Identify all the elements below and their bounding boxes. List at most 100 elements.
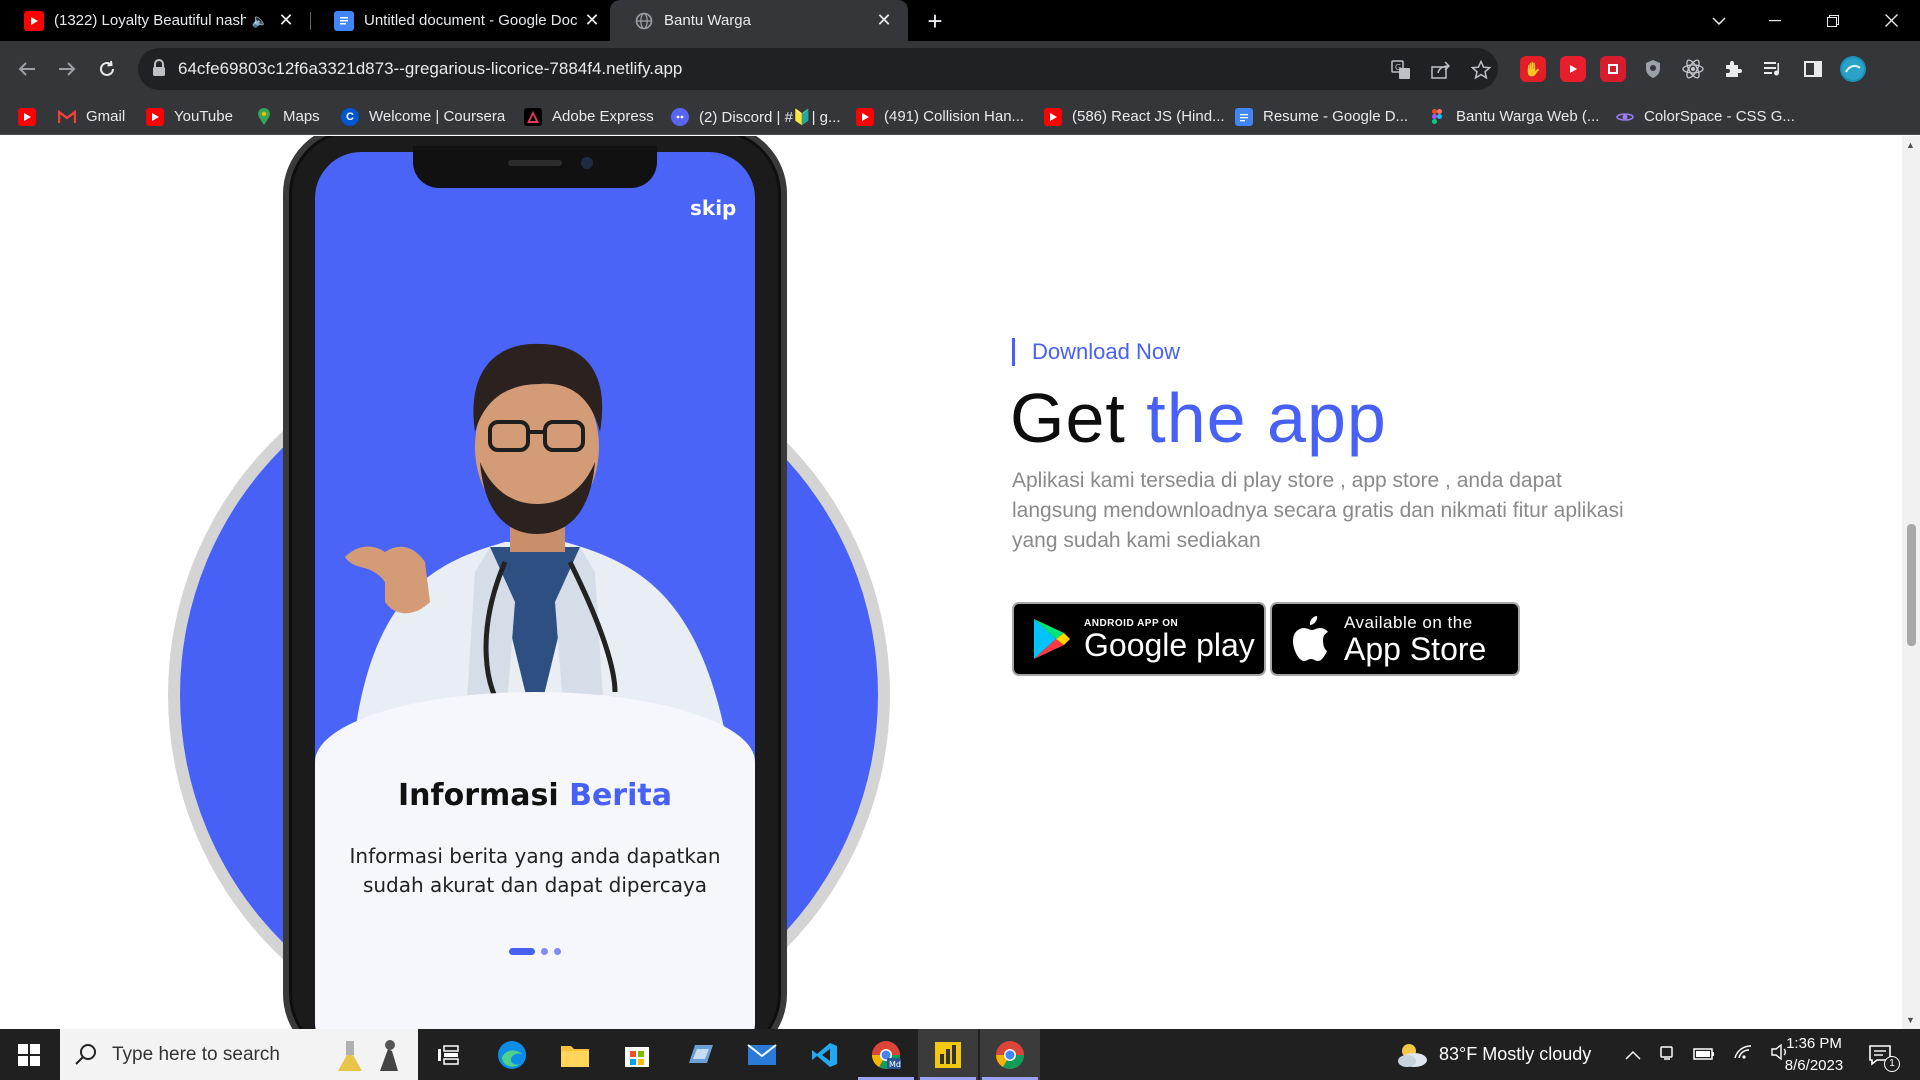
youtube-icon bbox=[1044, 107, 1062, 126]
onboarding-title-accent: Berita bbox=[569, 778, 672, 813]
google-docs-icon bbox=[1235, 107, 1253, 126]
tab-title: (1322) Loyalty Beautiful nash bbox=[54, 12, 246, 29]
scrollbar-thumb[interactable] bbox=[1907, 524, 1916, 646]
app-icon[interactable] bbox=[670, 1029, 730, 1080]
new-tab-button[interactable]: + bbox=[920, 6, 950, 36]
wifi-icon[interactable] bbox=[1733, 1044, 1753, 1065]
chrome-icon[interactable] bbox=[980, 1029, 1040, 1080]
scroll-up-arrow-icon[interactable]: ▲ bbox=[1906, 140, 1915, 150]
carousel-dot[interactable] bbox=[554, 948, 561, 955]
svg-text:Md: Md bbox=[889, 1060, 901, 1069]
start-button[interactable] bbox=[0, 1029, 58, 1080]
google-play-button[interactable]: ANDROID APP ON Google play bbox=[1012, 602, 1266, 676]
back-button[interactable] bbox=[12, 54, 42, 84]
bookmark-adobe-express[interactable]: Adobe Express bbox=[524, 98, 654, 135]
tab-search-chevron-icon[interactable] bbox=[1690, 0, 1748, 41]
phone-speaker bbox=[508, 160, 562, 166]
download-accent-line bbox=[1012, 338, 1015, 366]
extension-react-icon[interactable] bbox=[1680, 56, 1706, 82]
bookmark-gmail[interactable]: Gmail bbox=[58, 98, 125, 135]
mail-icon[interactable] bbox=[732, 1029, 792, 1080]
side-panel-icon[interactable] bbox=[1800, 56, 1826, 82]
extension-red-hand-icon[interactable]: ✋ bbox=[1520, 56, 1546, 82]
media-control-icon[interactable] bbox=[1760, 56, 1786, 82]
edge-icon[interactable] bbox=[482, 1029, 542, 1080]
bookmark-collision[interactable]: (491) Collision Han... bbox=[856, 98, 1024, 135]
clock-time: 1:36 PM bbox=[1786, 1035, 1842, 1052]
extension-shield-icon[interactable] bbox=[1640, 56, 1666, 82]
chevron-up-icon[interactable] bbox=[1625, 1044, 1641, 1065]
powerbi-icon[interactable] bbox=[918, 1029, 978, 1080]
file-explorer-icon[interactable] bbox=[545, 1029, 605, 1080]
tab-strip: (1322) Loyalty Beautiful nash 🔈 ✕ Untitl… bbox=[0, 0, 1920, 41]
bookmark-discord[interactable]: (2) Discord | #🔰| g... bbox=[671, 98, 841, 135]
figma-icon bbox=[1428, 108, 1446, 126]
bookmark-label: (586) React JS (Hind... bbox=[1072, 108, 1225, 125]
youtube-icon bbox=[856, 107, 874, 126]
weather-widget[interactable]: 83°F Mostly cloudy bbox=[1395, 1029, 1591, 1080]
share-icon[interactable] bbox=[1430, 59, 1452, 81]
bookmark-resume[interactable]: Resume - Google D... bbox=[1235, 98, 1408, 135]
notification-count-badge: 1 bbox=[1884, 1055, 1900, 1072]
reload-button[interactable] bbox=[92, 54, 122, 84]
translate-icon[interactable]: G bbox=[1390, 59, 1412, 81]
weather-text: 83°F Mostly cloudy bbox=[1439, 1044, 1592, 1064]
tab-title: Bantu Warga bbox=[664, 12, 751, 29]
tab-close-icon[interactable]: ✕ bbox=[872, 9, 896, 33]
notification-center-button[interactable]: 1 bbox=[1868, 1029, 1900, 1080]
meet-now-icon[interactable] bbox=[1659, 1043, 1675, 1066]
search-highlight-icon bbox=[328, 1035, 408, 1080]
bookmark-youtube[interactable]: YouTube bbox=[146, 98, 233, 135]
extension-record-icon[interactable] bbox=[1600, 56, 1626, 82]
carousel-dots bbox=[315, 948, 755, 955]
profile-avatar[interactable] bbox=[1840, 56, 1866, 82]
bookmark-bantu-warga-web[interactable]: Bantu Warga Web (... bbox=[1428, 98, 1599, 135]
maps-icon bbox=[255, 107, 273, 126]
store-icon[interactable] bbox=[607, 1029, 667, 1080]
bookmark-label: (491) Collision Han... bbox=[884, 108, 1025, 125]
forward-button[interactable] bbox=[52, 54, 82, 84]
bookmark-label: Welcome | Coursera bbox=[369, 108, 506, 125]
taskbar-search-box[interactable]: Type here to search bbox=[60, 1029, 418, 1080]
skip-button[interactable]: skip bbox=[690, 196, 736, 220]
bookmark-colorspace[interactable]: ColorSpace - CSS G... bbox=[1616, 98, 1795, 135]
page-scrollbar[interactable]: ▲ ▼ bbox=[1902, 136, 1920, 1029]
tab-title: Untitled document - Google Doc bbox=[364, 12, 578, 29]
lock-icon[interactable] bbox=[152, 59, 172, 79]
app-store-button[interactable]: Available on the App Store bbox=[1270, 602, 1520, 676]
address-bar[interactable]: 64cfe69803c12f6a3321d873--gregarious-lic… bbox=[138, 48, 1498, 90]
scroll-down-arrow-icon[interactable]: ▼ bbox=[1906, 1015, 1915, 1025]
colorspace-icon bbox=[1616, 108, 1634, 126]
bookmark-label: (2) Discord | #🔰| g... bbox=[699, 108, 841, 126]
bookmark-coursera[interactable]: C Welcome | Coursera bbox=[341, 98, 505, 135]
bookmark-star-icon[interactable] bbox=[1470, 59, 1492, 81]
carousel-dot[interactable] bbox=[541, 948, 548, 955]
close-window-button[interactable] bbox=[1862, 0, 1920, 41]
carousel-dot-active[interactable] bbox=[509, 948, 535, 955]
chrome-md-icon[interactable]: Md bbox=[856, 1029, 916, 1080]
url-text[interactable]: 64cfe69803c12f6a3321d873--gregarious-lic… bbox=[178, 59, 682, 79]
restore-button[interactable] bbox=[1804, 0, 1862, 41]
extensions-puzzle-icon[interactable] bbox=[1720, 56, 1746, 82]
google-docs-icon bbox=[334, 10, 354, 31]
tab-google-docs[interactable]: Untitled document - Google Doc ✕ bbox=[310, 0, 616, 41]
system-clock[interactable]: 1:36 PM 8/6/2023 bbox=[1770, 1033, 1858, 1077]
tab-close-icon[interactable]: ✕ bbox=[274, 9, 298, 33]
extension-youtube-icon[interactable] bbox=[1560, 56, 1586, 82]
speaker-icon[interactable]: 🔈 bbox=[252, 13, 268, 29]
system-tray bbox=[1625, 1029, 1791, 1080]
task-view-icon[interactable] bbox=[418, 1029, 478, 1080]
bookmark-react-js[interactable]: (586) React JS (Hind... bbox=[1044, 98, 1225, 135]
bookmark-youtube-unnamed[interactable] bbox=[18, 98, 46, 135]
tab-close-icon[interactable]: ✕ bbox=[580, 9, 604, 33]
bookmark-maps[interactable]: Maps bbox=[255, 98, 320, 135]
tab-youtube[interactable]: (1322) Loyalty Beautiful nash 🔈 ✕ bbox=[0, 0, 310, 41]
google-play-icon bbox=[1032, 617, 1072, 661]
minimize-button[interactable] bbox=[1746, 0, 1804, 41]
vscode-icon[interactable] bbox=[794, 1029, 854, 1080]
onboarding-description: Informasi berita yang anda dapatkan suda… bbox=[349, 844, 721, 897]
bookmark-label: ColorSpace - CSS G... bbox=[1644, 108, 1795, 125]
battery-icon[interactable] bbox=[1693, 1044, 1715, 1065]
search-icon bbox=[74, 1042, 100, 1068]
tab-bantu-warga[interactable]: Bantu Warga ✕ bbox=[610, 0, 908, 41]
